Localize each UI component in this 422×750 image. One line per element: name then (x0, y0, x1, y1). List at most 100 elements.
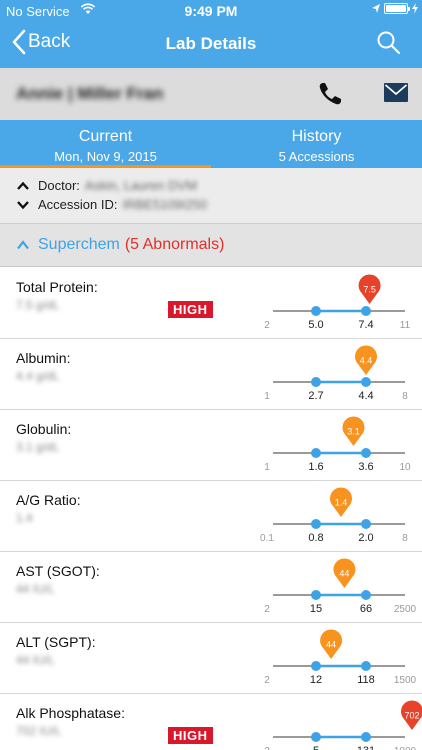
lab-row[interactable]: Alk Phosphatase: 702 IU/L HIGH 2 5 131 1000 702 (0, 694, 422, 750)
range-low-label: 5 (313, 745, 319, 750)
range-gauge: 2 5.0 7.4 11 7.5 (264, 274, 411, 331)
range-high-label: 66 (360, 603, 372, 615)
range-gauge: 2 15 66 2500 44 (264, 558, 417, 615)
range-gauge: 1 2.7 4.4 8 4.4 (264, 345, 408, 402)
range-low-label: 15 (310, 603, 322, 615)
range-max-label: 8 (402, 391, 408, 402)
range-low-dot (311, 590, 321, 600)
page-title: Lab Details (165, 34, 257, 53)
range-low-dot (311, 519, 321, 529)
range-high-dot (361, 519, 371, 529)
range-min-label: 2 (264, 746, 270, 750)
range-high-dot (361, 590, 371, 600)
range-high-dot (361, 306, 371, 316)
result-marker-value: 3.1 (347, 427, 360, 437)
lab-value: 44 IU/L (16, 653, 55, 667)
high-flag-badge: HIGH (168, 301, 213, 318)
accession-row[interactable]: Accession ID: IRBE5109I250 (16, 197, 207, 212)
superchem-section-header[interactable]: Superchem (5 Abnormals) (0, 224, 422, 267)
abnormals-count: (5 Abnormals) (124, 236, 225, 253)
tab-current[interactable]: Current Mon, Nov 9, 2015 (0, 120, 211, 168)
range-gauge: 0.1 0.8 2.0 8 1.4 (260, 487, 408, 544)
chevron-down-icon (17, 200, 29, 209)
chevron-up-icon (17, 240, 29, 250)
doctor-row[interactable]: Doctor: Askin, Lauren DVM (16, 178, 197, 193)
search-icon[interactable] (376, 30, 402, 56)
lab-name: A/G Ratio: (16, 492, 81, 508)
range-low-label: 2.7 (308, 390, 323, 402)
battery-icon (384, 3, 410, 14)
lab-name: AST (SGOT): (16, 563, 100, 579)
status-time: 9:49 PM (184, 3, 238, 19)
tab-history-sub: 5 Accessions (278, 149, 355, 164)
range-max-label: 1500 (394, 675, 417, 686)
phone-icon[interactable] (316, 80, 344, 108)
tab-current-label: Current (78, 128, 133, 145)
accession-label: Accession ID: (38, 197, 118, 212)
high-flag-badge: HIGH (168, 727, 213, 744)
result-marker-value: 7.5 (363, 285, 376, 295)
lab-value: 1.4 (16, 511, 33, 525)
range-high-dot (361, 377, 371, 387)
range-high-dot (361, 661, 371, 671)
range-max-label: 11 (400, 320, 411, 331)
range-high-label: 7.4 (358, 319, 373, 331)
range-gauge: 1 1.6 3.6 10 3.1 (264, 416, 411, 473)
range-high-dot (361, 732, 371, 742)
range-high-dot (361, 448, 371, 458)
range-max-label: 1000 (394, 746, 417, 750)
lab-value: 7.5 g/dL (16, 298, 60, 312)
range-low-label: 0.8 (308, 532, 323, 544)
range-max-label: 8 (402, 533, 408, 544)
bluetooth-charging-icon (412, 3, 418, 14)
result-marker-value: 44 (339, 569, 349, 579)
lab-row[interactable]: AST (SGOT): 44 IU/L 2 15 66 2500 44 (0, 552, 422, 623)
status-bar: No Service 9:49 PM (0, 0, 422, 22)
accession-info: Doctor: Askin, Lauren DVM Accession ID: … (0, 168, 422, 224)
result-marker-value: 1.4 (335, 498, 348, 508)
lab-row[interactable]: Albumin: 4.4 g/dL 1 2.7 4.4 8 4.4 (0, 339, 422, 410)
range-high-label: 131 (357, 745, 375, 750)
patient-header: Annie | Miller Fran (0, 68, 422, 120)
lab-name: Albumin: (16, 350, 71, 366)
accession-value: IRBE5109I250 (122, 197, 208, 212)
range-low-dot (311, 448, 321, 458)
range-low-dot (311, 661, 321, 671)
doctor-label: Doctor: (38, 178, 80, 193)
lab-row[interactable]: A/G Ratio: 1.4 0.1 0.8 2.0 8 1.4 (0, 481, 422, 552)
lab-value: 3.1 g/dL (16, 440, 60, 454)
location-icon (372, 3, 380, 13)
range-min-label: 1 (264, 462, 270, 473)
lab-name: ALT (SGPT): (16, 634, 96, 650)
range-min-label: 2 (264, 320, 270, 331)
range-low-label: 5.0 (308, 319, 323, 331)
lab-value: 4.4 g/dL (16, 369, 60, 383)
lab-row[interactable]: Total Protein: 7.5 g/dL HIGH 2 5.0 7.4 11 7.5 (0, 268, 422, 339)
range-gauge: 2 12 118 1500 44 (264, 629, 417, 686)
range-max-label: 10 (399, 462, 411, 473)
range-high-label: 4.4 (358, 390, 373, 402)
range-high-label: 118 (357, 674, 375, 686)
range-low-label: 1.6 (308, 461, 323, 473)
lab-row[interactable]: ALT (SGPT): 44 IU/L 2 12 118 1500 44 (0, 623, 422, 694)
range-low-dot (311, 732, 321, 742)
range-high-label: 2.0 (358, 532, 373, 544)
chevron-up-icon (17, 181, 29, 190)
range-min-label: 1 (264, 391, 270, 402)
tab-history[interactable]: History 5 Accessions (211, 120, 422, 168)
result-marker-value: 4.4 (360, 356, 373, 366)
lab-name: Total Protein: (16, 279, 98, 295)
range-max-label: 2500 (394, 604, 417, 615)
navigation-bar: No Service 9:49 PM Back Lab Details (0, 0, 422, 68)
lab-name: Globulin: (16, 421, 72, 437)
result-marker-value: 44 (326, 640, 336, 650)
range-low-dot (311, 377, 321, 387)
range-high-label: 3.6 (358, 461, 373, 473)
range-min-label: 2 (264, 675, 270, 686)
tab-current-sub: Mon, Nov 9, 2015 (54, 149, 157, 164)
lab-row[interactable]: Globulin: 3.1 g/dL 1 1.6 3.6 10 3.1 (0, 410, 422, 481)
mail-icon[interactable] (384, 82, 408, 104)
range-gauge: 2 5 131 1000 702 (264, 700, 422, 750)
patient-name: Annie | Miller Fran (16, 84, 164, 103)
result-marker-value: 702 (404, 711, 419, 721)
